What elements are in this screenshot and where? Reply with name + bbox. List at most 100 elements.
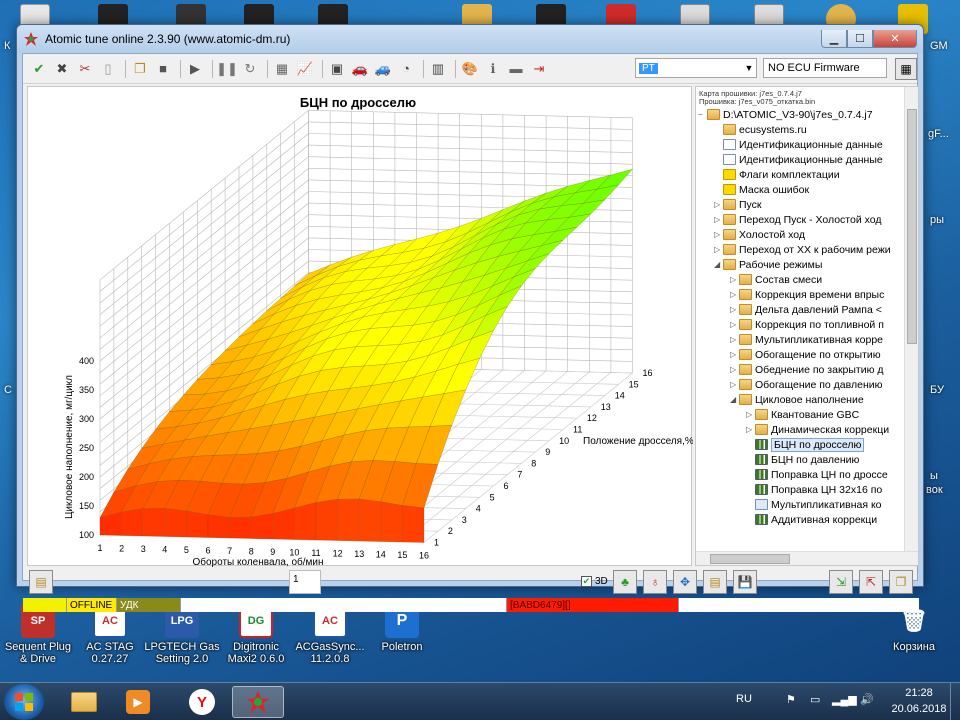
scrollbar-thumb[interactable] bbox=[710, 554, 790, 564]
tree-item[interactable]: ▷ Переход от ХХ к рабочим режи bbox=[714, 242, 891, 257]
start-button[interactable] bbox=[4, 684, 44, 720]
pause-button[interactable]: ❚❚ bbox=[216, 59, 238, 79]
monitor-button[interactable]: ▣ bbox=[327, 59, 347, 79]
tree-item[interactable]: ecusystems.ru bbox=[714, 122, 807, 137]
copy-button[interactable]: ❐ bbox=[130, 59, 150, 79]
tree-expander-icon[interactable]: ◢ bbox=[730, 395, 739, 404]
tree-expander-icon[interactable]: ▷ bbox=[746, 425, 755, 434]
tree-expander-icon[interactable]: ▷ bbox=[730, 335, 739, 344]
desktop-icon-digitronic[interactable]: DG Digitronic Maxi2 0.6.0 bbox=[218, 604, 294, 665]
tray-battery-icon[interactable]: ▭ bbox=[810, 693, 820, 706]
desktop-icon-lpgtech[interactable]: LPG LPGTECH Gas Setting 2.0 bbox=[144, 604, 220, 665]
copy-map-button[interactable]: ❐ bbox=[889, 570, 913, 594]
chart-panel[interactable]: БЦН по дросселю 1 2 3 4 5 6 7 8 9 10 11 12 13 14 15 16 1… bbox=[27, 86, 693, 567]
stop-button[interactable]: ■ bbox=[153, 59, 173, 79]
maximize-button[interactable]: ☐ bbox=[847, 30, 873, 48]
tree-item[interactable]: ▷ Холостой ход bbox=[714, 227, 805, 242]
tray-language[interactable]: RU bbox=[736, 693, 752, 705]
tree-item[interactable]: ▷ Динамическая коррекци bbox=[746, 422, 889, 437]
play-button[interactable]: ▶ bbox=[185, 59, 205, 79]
tree-expander-icon[interactable]: ▷ bbox=[730, 365, 739, 374]
taskbar-yandex-browser[interactable]: Y bbox=[176, 686, 228, 718]
tools-button[interactable]: ✂ bbox=[75, 59, 95, 79]
car-alt-button[interactable]: 🚙 bbox=[373, 59, 393, 79]
tree-item[interactable]: ▷ Квантование GBC bbox=[746, 407, 859, 422]
title-bar[interactable]: Atomic tune online 2.3.90 (www.atomic-dm… bbox=[17, 25, 923, 53]
cancel-button[interactable]: ✖ bbox=[52, 59, 72, 79]
tree-item[interactable]: Мультипликативная ко bbox=[746, 497, 882, 512]
chevron-down-icon[interactable]: ▼ bbox=[742, 63, 756, 73]
tree-expander-icon[interactable]: ▷ bbox=[714, 245, 723, 254]
check-button[interactable]: ✔ bbox=[29, 59, 49, 79]
plant-button[interactable]: ♣ bbox=[613, 570, 637, 594]
taskbar-media-player[interactable]: ▶ bbox=[112, 686, 164, 718]
tray-volume-icon[interactable]: 🔊 bbox=[860, 693, 874, 706]
tree-item[interactable]: ▷ Коррекция времени впрыс bbox=[730, 287, 884, 302]
desktop-icon-acgassync[interactable]: AC ACGasSync... 11.2.0.8 bbox=[292, 604, 368, 665]
graph-button[interactable]: 📈 bbox=[295, 59, 315, 79]
tree-expander-icon[interactable]: ▷ bbox=[730, 320, 739, 329]
import-button[interactable]: ⇲ bbox=[829, 570, 853, 594]
surface-chart[interactable]: БЦН по дросселю 1 2 3 4 5 6 7 8 9 10 11 12 13 14 15 161… bbox=[28, 87, 693, 567]
tree-expander-icon[interactable]: ▷ bbox=[730, 380, 739, 389]
taskbar-explorer[interactable] bbox=[58, 686, 110, 718]
desktop-icon-ac-stag[interactable]: AC AC STAG 0.27.27 bbox=[72, 604, 148, 665]
port-select[interactable]: PT ▼ bbox=[635, 58, 757, 78]
tree-item[interactable]: − D:\ATOMIC_V3-90\j7es_0.7.4.j7 bbox=[698, 107, 873, 122]
save-file-button[interactable]: 💾 bbox=[733, 570, 757, 594]
tree-expander-icon[interactable]: ▷ bbox=[714, 200, 723, 209]
toggle-3d[interactable]: ✔ 3D bbox=[581, 576, 608, 587]
tree-horizontal-scrollbar[interactable] bbox=[696, 551, 918, 565]
tree-item[interactable]: ▷ Обеднение по закрытию д bbox=[730, 362, 884, 377]
open-file-button[interactable]: ▤ bbox=[703, 570, 727, 594]
tree-expander-icon[interactable]: ▷ bbox=[730, 305, 739, 314]
tray-clock-time[interactable]: 21:28 bbox=[898, 687, 940, 699]
tree-item[interactable]: БЦН по дросселю bbox=[746, 437, 865, 452]
tree-item[interactable]: ▷ Состав смеси bbox=[730, 272, 822, 287]
page-input[interactable]: 1 bbox=[289, 570, 321, 594]
tree-item[interactable]: ▷ Коррекция по топливной п bbox=[730, 317, 884, 332]
tree-item[interactable]: ▷ Переход Пуск - Холостой ход bbox=[714, 212, 881, 227]
tree-expander-icon[interactable]: − bbox=[698, 110, 707, 119]
refresh-button[interactable]: ↻ bbox=[240, 59, 260, 79]
tree-item[interactable]: ◢ Цикловое наполнение bbox=[730, 392, 864, 407]
car-button[interactable]: 🚗 bbox=[350, 59, 370, 79]
pin-button[interactable]: ♁ bbox=[643, 570, 667, 594]
tray-flag-icon[interactable]: ⚑ bbox=[786, 693, 796, 706]
gauge-button[interactable]: ◔ bbox=[396, 59, 416, 79]
tree-item[interactable]: Аддитивная коррекци bbox=[746, 512, 877, 527]
tree-item[interactable]: Поправка ЦН 32x16 по bbox=[746, 482, 882, 497]
tree-vertical-scrollbar[interactable] bbox=[904, 87, 918, 552]
minimize-button[interactable]: ▁ bbox=[821, 30, 847, 48]
tree-item[interactable]: ▷ Пуск bbox=[714, 197, 762, 212]
tree-expander-icon[interactable]: ▷ bbox=[714, 230, 723, 239]
checkbox-3d[interactable]: ✔ bbox=[581, 576, 592, 587]
new-file-button[interactable]: ▯ bbox=[98, 59, 118, 79]
taskbar-atomic-tune[interactable] bbox=[232, 686, 284, 718]
tree-item[interactable]: Идентификационные данные bbox=[714, 137, 883, 152]
tree-item[interactable]: Идентификационные данные bbox=[714, 152, 883, 167]
export-button[interactable]: ⇱ bbox=[859, 570, 883, 594]
card-button[interactable]: ▬ bbox=[506, 59, 526, 79]
palette-button[interactable]: 🎨 bbox=[460, 59, 480, 79]
tree-expander-icon[interactable]: ▷ bbox=[730, 275, 739, 284]
building-button[interactable]: ▥ bbox=[428, 59, 448, 79]
tree-expander-icon[interactable]: ▷ bbox=[730, 350, 739, 359]
tree-item[interactable]: БЦН по давлению bbox=[746, 452, 859, 467]
table-button[interactable]: ▦ bbox=[272, 59, 292, 79]
tree-expander-icon[interactable]: ▷ bbox=[746, 410, 755, 419]
scrollbar-thumb[interactable] bbox=[907, 109, 917, 344]
show-desktop-button[interactable] bbox=[950, 683, 960, 720]
tree-expander-icon[interactable]: ◢ bbox=[714, 260, 723, 269]
tree-item[interactable]: ▷ Обогащение по давлению bbox=[730, 377, 883, 392]
desktop-icon-sequent[interactable]: SP Sequent Plug & Drive bbox=[0, 604, 76, 665]
map-settings-button[interactable]: ▤ bbox=[29, 570, 53, 594]
tray-signal-icon[interactable]: ▂▄▆ bbox=[832, 693, 857, 706]
tree-item[interactable]: ▷ Мультипликативная корре bbox=[730, 332, 883, 347]
tree-item[interactable]: Маска ошибок bbox=[714, 182, 809, 197]
tree-expander-icon[interactable]: ▷ bbox=[714, 215, 723, 224]
info-button[interactable]: ℹ bbox=[483, 59, 503, 79]
expand-button[interactable]: ✥ bbox=[673, 570, 697, 594]
tree-item[interactable]: Поправка ЦН по дроссе bbox=[746, 467, 888, 482]
close-button[interactable]: ✕ bbox=[873, 30, 917, 48]
